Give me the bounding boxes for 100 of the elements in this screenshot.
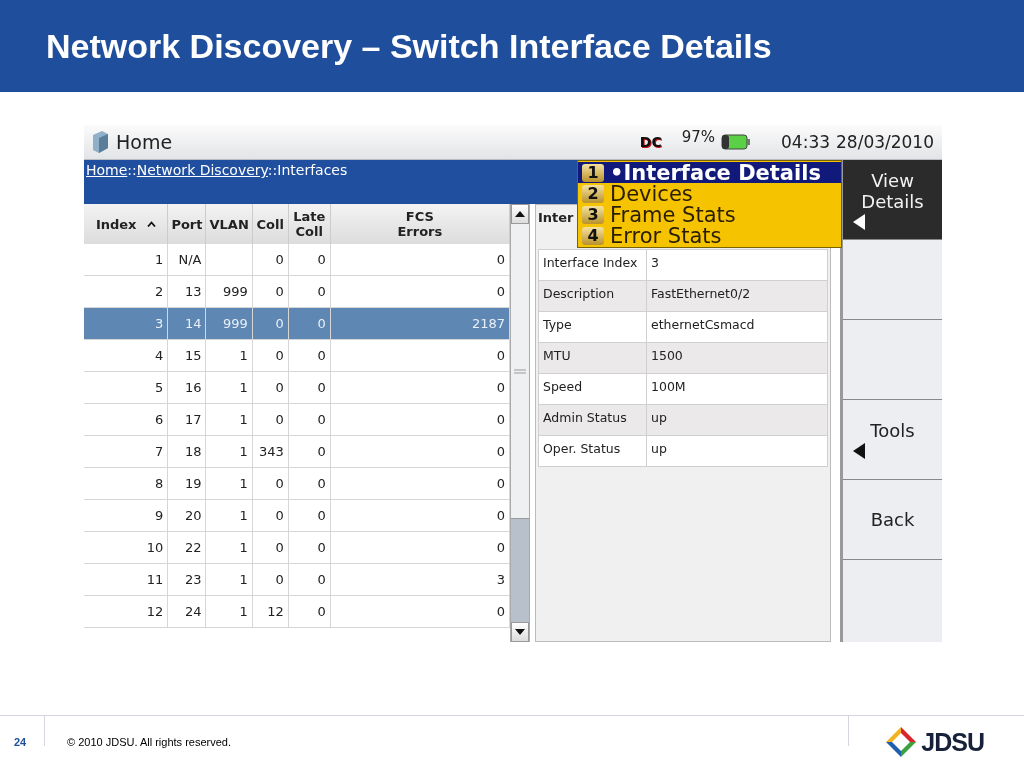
table-cell: 0 — [496, 604, 505, 619]
table-row[interactable]: 2 13 999 0 0 0 — [84, 275, 510, 308]
table-cell: 1 — [239, 412, 248, 427]
table-cell: 5 — [155, 380, 164, 395]
table-row[interactable]: 7 18 1 343 0 0 — [84, 435, 510, 468]
table-cell: 0 — [317, 316, 326, 331]
menu-item[interactable]: 4 Error Stats — [578, 225, 841, 246]
clock-date: 28/03/2010 — [836, 132, 934, 152]
table-cell: 16 — [184, 380, 202, 395]
table-cell: 0 — [496, 380, 505, 395]
table-cell: 14 — [184, 316, 202, 331]
column-header[interactable]: Index — [84, 204, 168, 244]
table-row[interactable]: 1 N/A 0 0 0 — [84, 244, 510, 276]
field-label: Speed — [543, 379, 583, 394]
clock-time: 04:33 — [781, 132, 830, 152]
table-cell: 0 — [275, 572, 284, 587]
table-cell: 343 — [258, 444, 284, 459]
table-cell: 2 — [155, 284, 164, 299]
table-cell: 2187 — [471, 316, 505, 331]
breadcrumb-link[interactable]: Network Discovery — [136, 162, 268, 178]
table-row[interactable]: 8 19 1 0 0 0 — [84, 467, 510, 500]
table-cell: 22 — [184, 540, 202, 555]
field-label: Interface Index — [543, 255, 638, 270]
field-value: 100M — [651, 379, 686, 394]
field-label: Oper. Status — [543, 441, 621, 456]
table-cell: 17 — [184, 412, 202, 427]
table-cell: 0 — [496, 476, 505, 491]
field-value: 3 — [651, 255, 659, 270]
table-cell: 3 — [155, 316, 164, 331]
table-cell: 0 — [317, 508, 326, 523]
table-row[interactable]: 9 20 1 0 0 0 — [84, 499, 510, 532]
field-label: Description — [543, 286, 615, 301]
field-value: FastEthernet0/2 — [651, 286, 751, 301]
table-cell: 0 — [496, 444, 505, 459]
table-cell: 0 — [317, 604, 326, 619]
sort-ascending-icon — [146, 221, 156, 227]
column-header[interactable]: Port — [167, 204, 206, 244]
table-cell: 9 — [155, 508, 164, 523]
panel-title: Inter — [538, 209, 574, 227]
column-header[interactable]: FCS Errors — [330, 204, 510, 244]
table-cell: 0 — [496, 508, 505, 523]
menu-item[interactable]: 3 Frame Stats — [578, 204, 841, 225]
scrollbar[interactable] — [510, 204, 530, 642]
table-cell: 12 — [267, 604, 284, 619]
table-cell: 4 — [155, 348, 164, 363]
battery-percent: 97% — [681, 128, 715, 146]
slide-title: Network Discovery – Switch Interface Details — [46, 26, 772, 66]
table-cell: 1 — [239, 444, 248, 459]
breadcrumb-link[interactable]: Home — [86, 162, 128, 178]
column-header[interactable]: Late Coll — [288, 204, 331, 244]
table-row[interactable]: 12 24 1 12 0 0 — [84, 595, 510, 628]
softkey-button[interactable]: Back — [843, 480, 942, 560]
softkey-button[interactable]: Tools — [843, 400, 942, 480]
table-row[interactable]: 6 17 1 0 0 0 — [84, 403, 510, 436]
table-row[interactable]: 10 22 1 0 0 0 — [84, 531, 510, 564]
copyright-text: © 2010 JDSU. All rights reserved. — [67, 736, 232, 748]
breadcrumb-text: :: — [127, 162, 137, 178]
field-value: ethernetCsmacd — [651, 317, 755, 332]
scroll-up-icon[interactable] — [515, 211, 525, 217]
table-cell: 1 — [239, 476, 248, 491]
table-cell: 12 — [146, 604, 164, 619]
scroll-grip-icon[interactable] — [514, 368, 526, 374]
table-cell: 1 — [239, 380, 248, 395]
field-label: Admin Status — [543, 410, 627, 425]
table-cell: 8 — [155, 476, 164, 491]
table-cell: 0 — [275, 252, 284, 267]
table-cell: 24 — [184, 604, 202, 619]
column-header[interactable]: VLAN — [206, 204, 253, 244]
table-cell: 0 — [317, 348, 326, 363]
table-cell: 0 — [317, 284, 326, 299]
table-cell: 0 — [275, 412, 284, 427]
table-row[interactable]: 11 23 1 0 0 3 — [84, 563, 510, 596]
table-cell: 0 — [275, 476, 284, 491]
table-cell: 0 — [275, 316, 284, 331]
table-cell: 10 — [146, 540, 164, 555]
scroll-down-icon[interactable] — [515, 629, 525, 635]
table-row[interactable]: 5 16 1 0 0 0 — [84, 371, 510, 404]
table-cell: 0 — [496, 412, 505, 427]
table-cell: 15 — [184, 348, 202, 363]
screen-title: Home — [116, 131, 174, 153]
menu-item[interactable]: 1 •Interface Details — [578, 162, 841, 183]
column-header[interactable]: Coll — [252, 204, 289, 244]
logo-text: JDSU — [921, 727, 984, 757]
table-cell: N/A — [178, 252, 202, 267]
table-cell: 6 — [155, 412, 164, 427]
table-cell: 7 — [155, 444, 164, 459]
table-cell: 1 — [239, 540, 248, 555]
network-status-label: DC — [639, 134, 662, 150]
table-cell: 0 — [275, 508, 284, 523]
table-row[interactable]: 4 15 1 0 0 0 — [84, 339, 510, 372]
table-cell: 0 — [275, 540, 284, 555]
table-cell: 0 — [317, 380, 326, 395]
table-cell: 0 — [317, 540, 326, 555]
softkey-button[interactable]: View Details — [843, 160, 942, 240]
table-cell: 0 — [275, 380, 284, 395]
table-cell: 20 — [184, 508, 202, 523]
table-cell: 0 — [275, 284, 284, 299]
menu-item[interactable]: 2 Devices — [578, 183, 841, 204]
table-cell: 19 — [184, 476, 202, 491]
table-cell: 18 — [184, 444, 202, 459]
